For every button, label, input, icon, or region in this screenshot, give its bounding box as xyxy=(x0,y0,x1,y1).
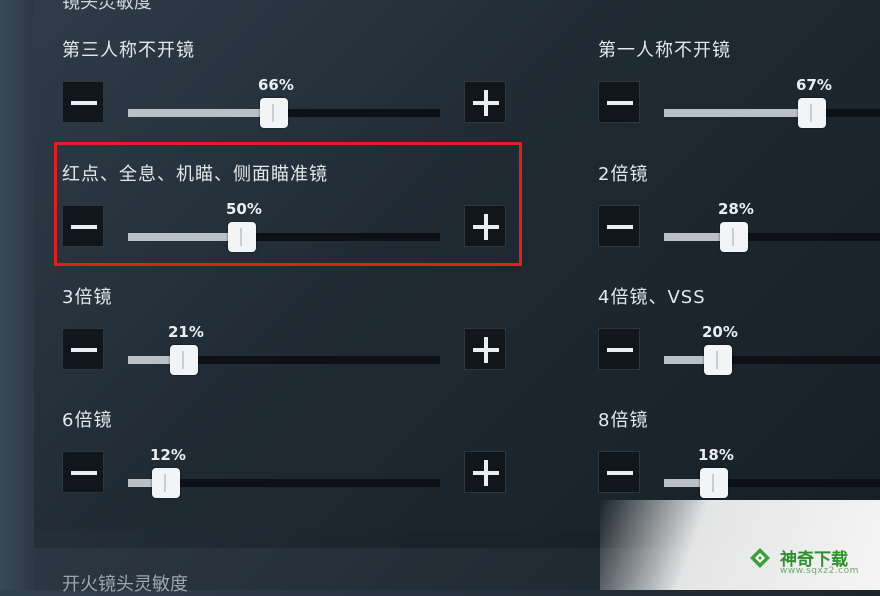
slider-value: 12% xyxy=(150,446,186,464)
slider-value: 18% xyxy=(698,446,734,464)
slider-label: 4倍镜、VSS xyxy=(598,287,706,308)
slider-thumb[interactable] xyxy=(700,468,728,498)
slider-label: 6倍镜 xyxy=(62,410,113,431)
minus-icon xyxy=(607,348,633,352)
decrease-button[interactable] xyxy=(62,451,104,493)
next-section-title: 开火镜头灵敏度 xyxy=(62,574,188,595)
slider-label: 8倍镜 xyxy=(598,410,649,431)
plus-icon-vertical xyxy=(484,460,488,486)
slider-label: 第一人称不开镜 xyxy=(598,40,731,61)
slider-track[interactable] xyxy=(664,98,880,128)
slider-label: 第三人称不开镜 xyxy=(62,40,195,61)
plus-icon-vertical xyxy=(484,90,488,116)
plus-icon-vertical xyxy=(484,337,488,363)
increase-button[interactable] xyxy=(464,81,506,123)
slider-fill xyxy=(128,109,274,117)
slider-track[interactable] xyxy=(664,468,880,498)
slider-thumb[interactable] xyxy=(170,345,198,375)
slider-value: 20% xyxy=(702,323,738,341)
slider-thumb[interactable] xyxy=(152,468,180,498)
slider-label: 2倍镜 xyxy=(598,164,649,185)
decrease-button[interactable] xyxy=(62,328,104,370)
minus-icon xyxy=(71,101,97,105)
watermark-logo-icon xyxy=(750,548,770,568)
slider-thumb[interactable] xyxy=(260,98,288,128)
slider-track[interactable] xyxy=(128,98,440,128)
decrease-button[interactable] xyxy=(598,205,640,247)
slider-fill xyxy=(664,109,812,117)
slider-track[interactable] xyxy=(128,468,440,498)
highlight-box xyxy=(54,142,522,266)
slider-track[interactable] xyxy=(664,345,880,375)
slider-value: 28% xyxy=(718,200,754,218)
slider-track[interactable] xyxy=(664,222,880,252)
slider-thumb[interactable] xyxy=(704,345,732,375)
left-edge xyxy=(0,0,34,590)
slider-value: 21% xyxy=(168,323,204,341)
decrease-button[interactable] xyxy=(62,81,104,123)
slider-value: 67% xyxy=(796,76,832,94)
increase-button[interactable] xyxy=(464,328,506,370)
section-title: 镜头灵敏度 xyxy=(62,0,152,13)
slider-value: 66% xyxy=(258,76,294,94)
decrease-button[interactable] xyxy=(598,451,640,493)
decrease-button[interactable] xyxy=(598,81,640,123)
minus-icon xyxy=(71,348,97,352)
increase-button[interactable] xyxy=(464,451,506,493)
slider-thumb[interactable] xyxy=(720,222,748,252)
decrease-button[interactable] xyxy=(598,328,640,370)
slider-label: 3倍镜 xyxy=(62,287,113,308)
minus-icon xyxy=(607,101,633,105)
slider-thumb[interactable] xyxy=(798,98,826,128)
watermark-url: www.sqxz2.com xyxy=(780,566,859,576)
minus-icon xyxy=(71,471,97,475)
minus-icon xyxy=(607,471,633,475)
slider-track[interactable] xyxy=(128,345,440,375)
minus-icon xyxy=(607,225,633,229)
